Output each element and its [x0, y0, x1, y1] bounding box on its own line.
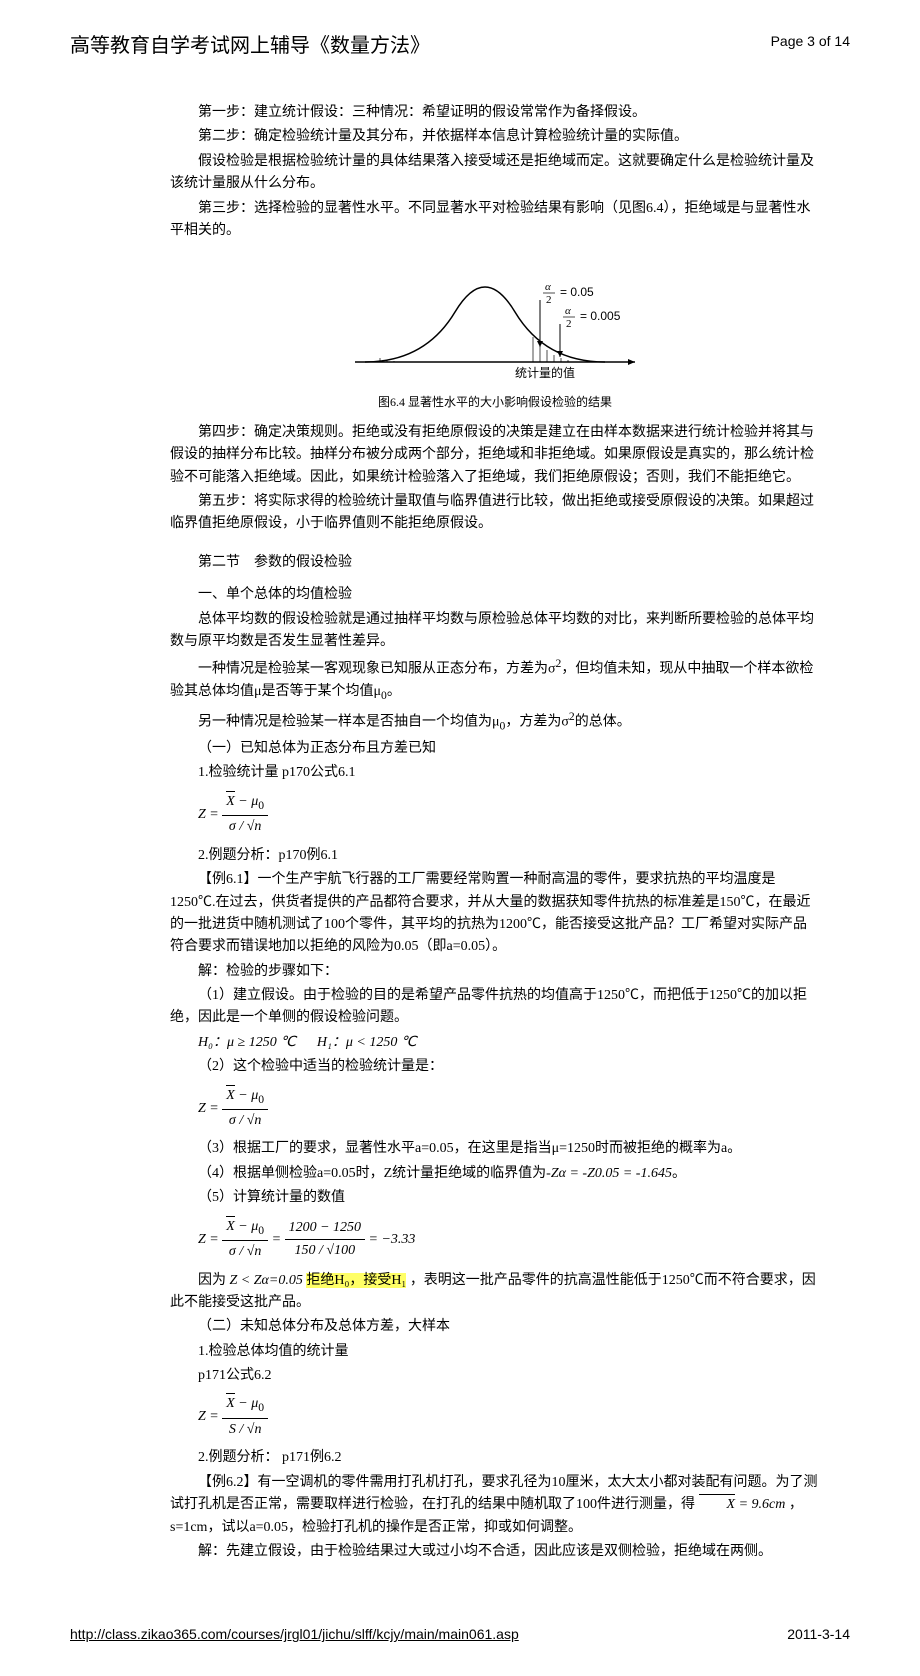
text-segment: 。	[672, 1166, 686, 1181]
svg-text:2: 2	[546, 294, 552, 306]
text-segment: 另一种情况是检验某一样本是否抽自一个均值为μ	[198, 715, 500, 730]
formula-denominator: S / √n	[222, 1419, 268, 1441]
h1-text: H₁：μ < 1250 ℃	[317, 1035, 417, 1050]
text-segment: 一种情况是检验某一客观现象已知服从正态分布，方差为σ	[198, 662, 556, 677]
solution-intro: 解：检验的步骤如下：	[170, 961, 820, 983]
footer-date: 2011-3-14	[787, 1623, 850, 1645]
item-2-2: 2.例题分析： p171例6.2	[170, 1447, 820, 1469]
text-segment: 因为	[198, 1273, 226, 1288]
formula-z-calc: Z = X − μ0 σ / √n = 1200 − 1250 150 / √1…	[198, 1216, 820, 1264]
text-segment: 的总体。	[575, 715, 631, 730]
item-1: 1.检验统计量 p170公式6.1	[170, 762, 820, 784]
formula-6-2: Z = X − μ0 S / √n	[198, 1393, 820, 1441]
formula-numerator: X − μ0	[222, 1393, 268, 1418]
highlight-conclusion: 拒绝H₀，接受H₁	[306, 1273, 406, 1288]
formula-6-1: Z = X − μ0 σ / √n	[198, 791, 820, 839]
text-segment: 。	[387, 684, 401, 699]
text-segment: （4）根据单侧检验a=0.05时，Z统计量拒绝域的临界值为	[198, 1166, 546, 1181]
item-2-1b: p171公式6.2	[170, 1365, 820, 1387]
z-compare: Z < Zα=0.05	[230, 1273, 303, 1288]
item-2: 2.例题分析：p170例6.1	[170, 845, 820, 867]
formula-denominator: σ / √n	[222, 1110, 268, 1132]
z-equals: Z =	[198, 1410, 219, 1425]
calc-result: = −3.33	[369, 1232, 416, 1247]
svg-text:α: α	[565, 305, 571, 317]
formula-denominator: σ / √n	[222, 816, 268, 838]
formula-z-stat: Z = X − μ0 σ / √n	[198, 1085, 820, 1133]
item-2-1: 1.检验总体均值的统计量	[170, 1341, 820, 1363]
calc-denominator: 150 / √100	[285, 1240, 365, 1262]
example-6-2: 【例6.2】有一空调机的零件需用打孔机打孔，要求孔径为10厘米，太大太小都对装配…	[170, 1472, 820, 1539]
text-segment: ，方差为σ	[505, 715, 569, 730]
solution-step-1: （1）建立假设。由于检验的目的是希望产品零件抗热的均值高于1250℃，而把低于1…	[170, 985, 820, 1030]
step-4: 第四步：确定决策规则。拒绝或没有拒绝原假设的决策是建立在由样本数据来进行统计检验…	[170, 422, 820, 489]
subsection-1-1: （一）已知总体为正态分布且方差已知	[170, 738, 820, 760]
formula-numerator: X − μ0	[222, 1085, 268, 1110]
section-2-title: 第二节 参数的假设检验	[170, 552, 820, 574]
step-3: 第三步：选择检验的显著性水平。不同显著水平对检验结果有影响（见图6.4），拒绝域…	[170, 198, 820, 243]
hypotheses: H₀：μ ≥ 1250 ℃ H₁：μ < 1250 ℃	[170, 1032, 820, 1054]
formula-numerator: X − μ0	[222, 1216, 268, 1241]
solution-step-5: （5）计算统计量的数值	[170, 1187, 820, 1209]
step-2-detail: 假设检验是根据检验统计量的具体结果落入接受域还是拒绝域而定。这就要确定什么是检验…	[170, 151, 820, 196]
step-5: 第五步：将实际求得的检验统计量取值与临界值进行比较，做出拒绝或接受原假设的决策。…	[170, 491, 820, 536]
critical-value: -Zα = -Z0.05 = -1.645	[546, 1166, 672, 1181]
calc-numerator: 1200 − 1250	[285, 1217, 365, 1240]
h0-text: H₀：μ ≥ 1250 ℃	[198, 1035, 296, 1050]
subsection-1-title: 一、单个总体的均值检验	[170, 584, 820, 606]
xbar-value: X = 9.6cm	[699, 1497, 786, 1512]
footer-url: http://class.zikao365.com/courses/jrgl01…	[70, 1623, 519, 1645]
conclusion: 因为 Z < Zα=0.05 拒绝H₀，接受H₁ ，表明这一批产品零件的抗高温性…	[170, 1270, 820, 1315]
svg-text:统计量的值: 统计量的值	[515, 365, 575, 380]
page-number: Page 3 of 14	[771, 30, 850, 62]
formula-numerator: X − μ0	[222, 791, 268, 816]
z-equals: Z =	[198, 1101, 219, 1116]
figure-6-4: α 2 = 0.05 α 2 = 0.005 统计量的值 图6.4 显著性水平的…	[170, 252, 820, 412]
figure-caption: 图6.4 显著性水平的大小影响假设检验的结果	[170, 393, 820, 412]
page-header-title: 高等教育自学考试网上辅导《数量方法》	[70, 30, 430, 62]
z-equals: Z =	[198, 1232, 219, 1247]
svg-text:= 0.05: = 0.05	[560, 285, 594, 299]
para-case-1: 一种情况是检验某一客观现象已知服从正态分布，方差为σ2，但均值未知，现从中抽取一…	[170, 655, 820, 706]
formula-denominator: σ / √n	[222, 1241, 268, 1263]
solution-6-2: 解：先建立假设，由于检验结果过大或过小均不合适，因此应该是双侧检验，拒绝域在两侧…	[170, 1541, 820, 1563]
solution-step-2: （2）这个检验中适当的检验统计量是：	[170, 1056, 820, 1078]
svg-text:α: α	[545, 281, 551, 293]
z-equals: Z =	[198, 807, 219, 822]
para-mean-test: 总体平均数的假设检验就是通过抽样平均数与原检验总体平均数的对比，来判断所要检验的…	[170, 609, 820, 654]
solution-step-3: （3）根据工厂的要求，显著性水平a=0.05，在这里是指当μ=1250时而被拒绝…	[170, 1138, 820, 1160]
step-1: 第一步：建立统计假设：三种情况：希望证明的假设常常作为备择假设。	[170, 102, 820, 124]
solution-step-4: （4）根据单侧检验a=0.05时，Z统计量拒绝域的临界值为-Zα = -Z0.0…	[170, 1163, 820, 1185]
svg-text:2: 2	[566, 318, 572, 330]
svg-text:= 0.005: = 0.005	[580, 309, 621, 323]
main-content: 第一步：建立统计假设：三种情况：希望证明的假设常常作为备择假设。 第二步：确定检…	[170, 102, 820, 1563]
para-case-2: 另一种情况是检验某一样本是否抽自一个均值为μ0，方差为σ2的总体。	[170, 708, 820, 736]
example-6-1: 【例6.1】一个生产宇航飞行器的工厂需要经常购置一种耐高温的零件，要求抗热的平均…	[170, 869, 820, 959]
step-2: 第二步：确定检验统计量及其分布，并依据样本信息计算检验统计量的实际值。	[170, 126, 820, 148]
subsection-1-2: （二）未知总体分布及总体方差，大样本	[170, 1316, 820, 1338]
